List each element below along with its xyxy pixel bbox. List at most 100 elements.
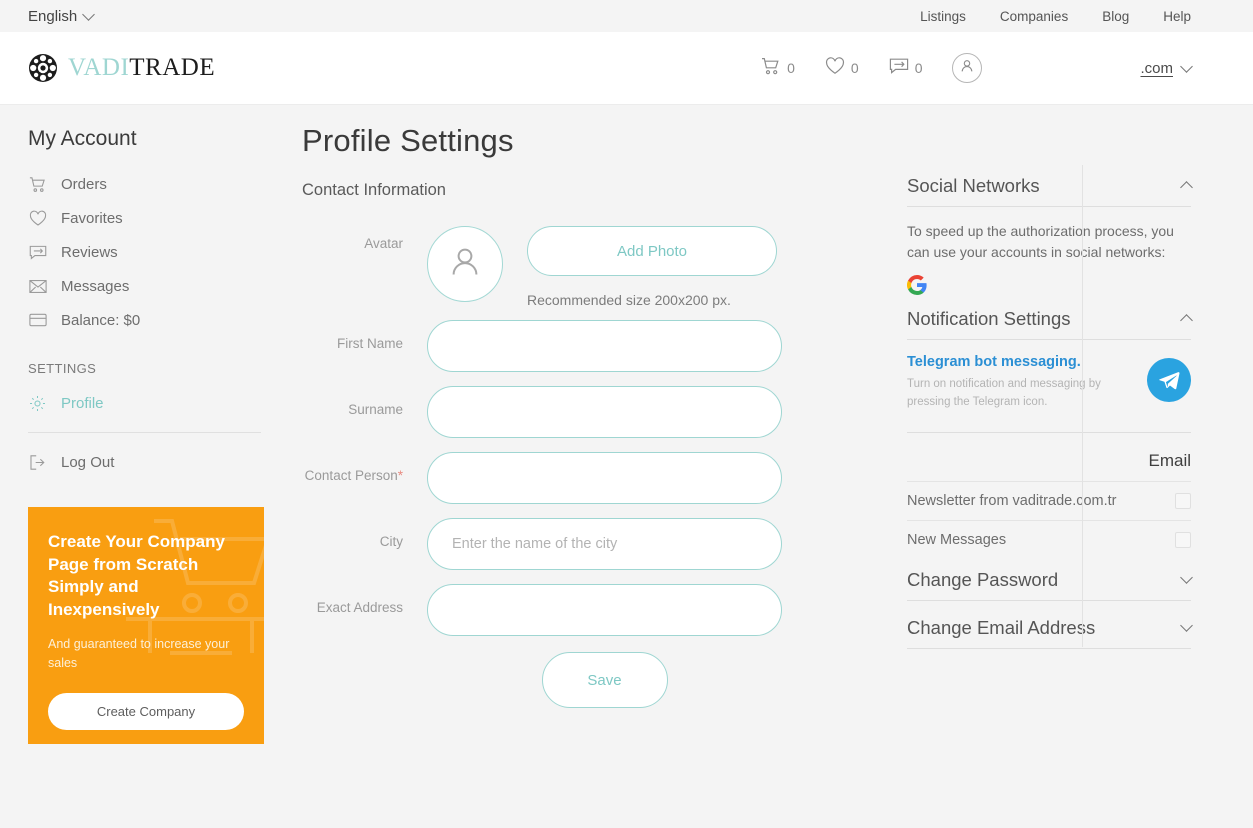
sidebar-group-settings: SETTINGS bbox=[28, 361, 97, 376]
add-photo-button[interactable]: Add Photo bbox=[527, 226, 777, 276]
language-selector[interactable]: English bbox=[28, 7, 96, 25]
form-row-city: City bbox=[302, 518, 885, 571]
messages-button[interactable]: 0 bbox=[889, 57, 923, 80]
sidebar-item-orders[interactable]: Orders bbox=[28, 167, 280, 201]
label-city: City bbox=[379, 534, 403, 550]
form-row-exact-address: Exact Address bbox=[302, 584, 885, 637]
avatar-recommendation-text: Recommended size 200x200 px. bbox=[527, 292, 731, 308]
top-utility-bar: English Listings Companies Blog Help bbox=[0, 0, 1253, 32]
top-nav-listings[interactable]: Listings bbox=[920, 9, 966, 24]
right-panel: Social Networks To speed up the authoriz… bbox=[885, 105, 1253, 827]
sidebar-item-label: Reviews bbox=[61, 243, 118, 261]
brand-wordmark-second: TRADE bbox=[129, 54, 216, 81]
surname-input[interactable] bbox=[427, 386, 782, 439]
sidebar-item-label: Orders bbox=[61, 175, 107, 193]
notification-settings-accordion-header[interactable]: Notification Settings bbox=[907, 308, 1193, 340]
sidebar-item-messages[interactable]: Messages bbox=[28, 269, 280, 303]
sidebar-item-balance[interactable]: Balance: $0 bbox=[28, 303, 280, 337]
page-title: Profile Settings bbox=[302, 123, 514, 158]
photo-column: Add Photo Recommended size 200x200 px. bbox=[527, 226, 777, 310]
brand-wordmark-first: VADI bbox=[68, 54, 130, 81]
cart-count: 0 bbox=[787, 60, 795, 76]
label-contact-person: Contact Person* bbox=[304, 468, 403, 484]
notification-label: Newsletter from vaditrade.com.tr bbox=[907, 492, 1117, 509]
label-first-name: First Name bbox=[336, 336, 403, 352]
account-avatar-button[interactable] bbox=[952, 53, 983, 83]
globe-logo-icon bbox=[28, 53, 58, 83]
cart-icon bbox=[28, 175, 47, 194]
person-icon bbox=[959, 58, 975, 79]
promo-subtext: And guaranteed to increase your sales bbox=[48, 637, 230, 671]
exact-address-input[interactable] bbox=[427, 584, 782, 637]
telegram-texts: Telegram bot messaging. Turn on notifica… bbox=[907, 354, 1147, 412]
contact-person-input[interactable] bbox=[427, 452, 782, 505]
notification-label: New Messages bbox=[907, 531, 1007, 548]
change-password-accordion-header[interactable]: Change Password bbox=[907, 559, 1193, 601]
label-exact-address: Exact Address bbox=[316, 600, 403, 616]
form-row-surname: Surname bbox=[302, 386, 885, 439]
promo-banner[interactable]: Create Your Company Page from Scratch Si… bbox=[28, 507, 264, 744]
sidebar-item-profile[interactable]: Profile bbox=[28, 386, 280, 420]
header-counters: 0 0 0 bbox=[761, 53, 983, 83]
avatar-preview[interactable] bbox=[427, 226, 503, 302]
top-nav-companies[interactable]: Companies bbox=[1000, 9, 1068, 24]
review-icon bbox=[28, 243, 47, 262]
top-nav: Listings Companies Blog Help bbox=[920, 9, 1191, 24]
save-row: Save bbox=[427, 652, 782, 709]
sidebar-item-reviews[interactable]: Reviews bbox=[28, 235, 280, 269]
chevron-down-icon bbox=[1180, 59, 1193, 73]
card-icon bbox=[28, 311, 47, 330]
sidebar-item-label: Favorites bbox=[61, 209, 123, 227]
brand-wordmark: VADITRADE bbox=[68, 54, 215, 82]
sidebar-item-logout[interactable]: Log Out bbox=[28, 445, 280, 479]
sidebar: My Account Orders Favorites Reviews Mess… bbox=[0, 105, 280, 827]
cart-button[interactable]: 0 bbox=[761, 57, 795, 80]
form-row-contact-person: Contact Person* bbox=[302, 452, 885, 505]
save-button[interactable]: Save bbox=[541, 652, 668, 709]
create-company-button[interactable]: Create Company bbox=[48, 692, 244, 730]
cart-icon bbox=[761, 57, 781, 80]
chevron-down-icon bbox=[1180, 571, 1193, 584]
social-networks-title: Social Networks bbox=[907, 175, 1040, 196]
telegram-icon[interactable] bbox=[1147, 358, 1191, 402]
sidebar-item-favorites[interactable]: Favorites bbox=[28, 201, 280, 235]
top-nav-blog[interactable]: Blog bbox=[1102, 9, 1129, 24]
city-input[interactable] bbox=[427, 518, 782, 571]
page-body: My Account Orders Favorites Reviews Mess… bbox=[0, 105, 1253, 827]
google-icon[interactable] bbox=[906, 275, 927, 295]
favorites-count: 0 bbox=[850, 60, 859, 76]
change-email-accordion-header[interactable]: Change Email Address bbox=[907, 601, 1193, 649]
sidebar-heading: My Account bbox=[28, 127, 137, 150]
new-messages-checkbox[interactable] bbox=[1175, 531, 1191, 548]
profile-form: Avatar Add Photo Recommended size 200x20… bbox=[302, 226, 885, 709]
brand-logo[interactable]: VADITRADE bbox=[28, 53, 215, 83]
vertical-divider bbox=[1082, 165, 1083, 647]
change-password-title: Change Password bbox=[907, 568, 1059, 590]
chevron-up-icon bbox=[1180, 313, 1193, 327]
domain-selector[interactable]: .com bbox=[1140, 59, 1193, 77]
site-header: VADITRADE 0 0 0 .com bbox=[0, 32, 1253, 105]
sidebar-item-label: Messages bbox=[61, 277, 130, 295]
chevron-down-icon bbox=[1180, 619, 1193, 632]
telegram-title: Telegram bot messaging. bbox=[907, 354, 1081, 370]
first-name-input[interactable] bbox=[427, 320, 782, 373]
sidebar-item-label: Balance: $0 bbox=[61, 311, 141, 329]
newsletter-checkbox[interactable] bbox=[1175, 492, 1191, 509]
section-title-contact-information: Contact Information bbox=[302, 181, 446, 199]
person-icon bbox=[446, 243, 484, 286]
envelope-icon bbox=[28, 277, 47, 296]
chevron-down-icon bbox=[82, 7, 96, 21]
messages-count: 0 bbox=[914, 60, 923, 76]
top-nav-help[interactable]: Help bbox=[1163, 9, 1191, 24]
notification-settings-title: Notification Settings bbox=[907, 308, 1071, 329]
chevron-up-icon bbox=[1180, 180, 1193, 194]
heart-icon bbox=[28, 209, 47, 228]
favorites-button[interactable]: 0 bbox=[825, 56, 859, 80]
sidebar-item-label: Log Out bbox=[61, 453, 115, 471]
social-networks-accordion-header[interactable]: Social Networks bbox=[907, 175, 1193, 207]
promo-heading: Create Your Company Page from Scratch Si… bbox=[48, 532, 225, 619]
label-surname: Surname bbox=[348, 402, 403, 418]
form-row-first-name: First Name bbox=[302, 320, 885, 373]
notification-row-newsletter: Newsletter from vaditrade.com.tr bbox=[907, 482, 1191, 521]
language-label: English bbox=[28, 7, 78, 25]
